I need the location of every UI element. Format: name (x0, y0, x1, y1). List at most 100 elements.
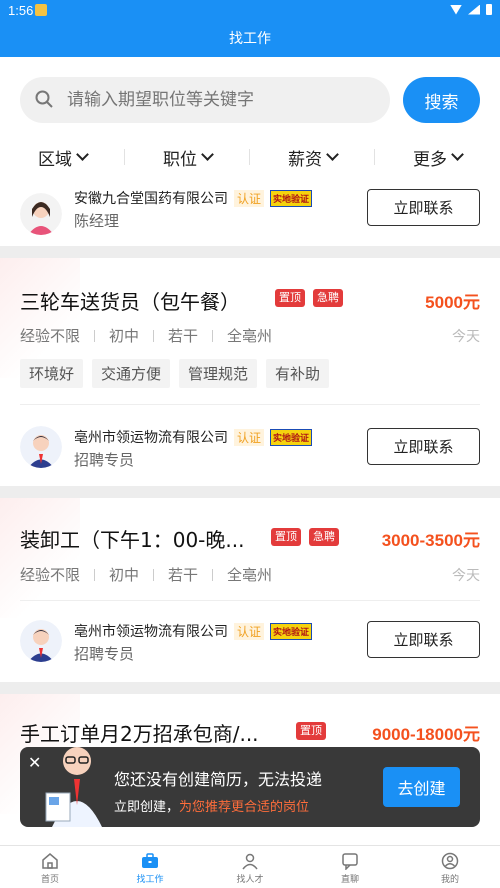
contact-name: 招聘专员 (74, 451, 135, 469)
job-meta: 经验不限 初中 若干 全亳州 (20, 325, 272, 346)
nav-chat[interactable]: 直聊 (300, 846, 400, 888)
meta-education: 初中 (109, 566, 140, 584)
job-title: 装卸工（下午1：00-晚... (20, 528, 245, 552)
benefit-tag: 交通方便 (92, 359, 171, 388)
nav-label: 首页 (40, 875, 59, 885)
notification-icon (35, 4, 47, 16)
search-icon (35, 90, 53, 108)
cert-badge: 认证 (234, 189, 265, 207)
company-label: 亳州市领运物流有限公司 (74, 430, 228, 446)
meta-experience: 经验不限 (20, 566, 81, 584)
home-icon (42, 853, 58, 869)
benefits: 环境好 交通方便 管理规范 有补助 (20, 359, 330, 388)
chat-icon (342, 853, 358, 870)
battery-icon (486, 4, 492, 15)
company-label: 安徽九合堂国药有限公司 (74, 191, 228, 207)
chevron-down-icon (326, 148, 339, 161)
contact-button[interactable]: 立即联系 (367, 428, 480, 465)
divider (20, 404, 480, 405)
system-icons (450, 4, 492, 15)
prompt-sub-prefix: 立即创建， (114, 800, 180, 815)
post-date: 今天 (452, 568, 480, 584)
real-verify-badge: 实地验证 (270, 428, 313, 446)
people-icon (242, 853, 258, 870)
benefit-tag: 管理规范 (179, 359, 258, 388)
top-tag: 置顶 (275, 289, 305, 307)
meta-location: 全亳州 (227, 566, 273, 584)
avatar (20, 426, 62, 468)
job-card[interactable]: 装卸工（下午1：00-晚... 置顶 急聘 3000-3500元 经验不限 初中… (0, 498, 500, 682)
cert-badge: 认证 (234, 622, 265, 640)
company-label: 亳州市领运物流有限公司 (74, 624, 228, 640)
nav-label: 直聊 (340, 875, 359, 885)
company-name: 亳州市领运物流有限公司 认证 实地验证 (74, 427, 313, 447)
nav-label: 找工作 (136, 875, 164, 885)
urgent-tag: 急聘 (309, 528, 339, 546)
top-bar: 1:56 找工作 (0, 0, 500, 57)
profile-icon (441, 852, 459, 870)
real-verify-badge: 实地验证 (270, 189, 313, 207)
company-name: 亳州市领运物流有限公司 认证 实地验证 (74, 621, 313, 641)
company-name: 安徽九合堂国药有限公司 认证 实地验证 (74, 188, 313, 208)
status-time: 1:56 (8, 3, 34, 18)
top-tag: 置顶 (271, 528, 301, 546)
top-tag: 置顶 (296, 722, 326, 740)
search-box[interactable] (20, 77, 390, 123)
contact-button[interactable]: 立即联系 (367, 621, 480, 658)
meta-headcount: 若干 (168, 566, 199, 584)
prompt-message: 您还没有创建简历，无法投递 (114, 770, 323, 789)
contact-name: 陈经理 (74, 212, 120, 230)
page-title: 找工作 (229, 31, 271, 47)
filter-salary[interactable]: 薪资 (250, 143, 375, 171)
benefit-tag: 有补助 (266, 359, 330, 388)
nav-label: 找人才 (236, 875, 264, 885)
filter-label: 更多 (413, 149, 447, 170)
avatar (20, 620, 62, 662)
nav-find-talent[interactable]: 找人才 (200, 846, 300, 888)
salary: 3000-3500元 (381, 531, 480, 550)
contact-name: 招聘专员 (74, 645, 135, 663)
job-meta: 经验不限 初中 若干 全亳州 (20, 564, 272, 585)
divider (20, 600, 480, 601)
avatar (20, 193, 62, 235)
status-bar: 1:56 (0, 0, 500, 22)
meta-education: 初中 (109, 327, 140, 345)
resume-prompt: ✕ 您还没有创建简历，无法投递 立即创建，为您推荐更合适的岗位 去创建 (20, 747, 480, 827)
meta-experience: 经验不限 (20, 327, 81, 345)
post-date: 今天 (452, 329, 480, 345)
briefcase-icon (142, 853, 158, 868)
create-resume-button[interactable]: 去创建 (383, 767, 460, 807)
chevron-down-icon (451, 148, 464, 161)
chevron-down-icon (76, 148, 89, 161)
nav-find-job[interactable]: 找工作 (100, 846, 200, 888)
wifi-icon (450, 4, 462, 15)
cert-badge: 认证 (234, 428, 265, 446)
job-title: 三轮车送货员（包午餐） (20, 290, 240, 314)
prompt-sub-highlight: 为您推荐更合适的岗位 (179, 800, 310, 815)
search-area: 搜索 区域 职位 薪资 更多 (0, 57, 500, 184)
filter-region[interactable]: 区域 (0, 143, 125, 171)
job-card[interactable]: 三轮车送货员（包午餐） 置顶 急聘 5000元 经验不限 初中 若干 全亳州 今… (0, 258, 500, 486)
nav-label: 我的 (440, 875, 459, 885)
job-card-partial[interactable]: 安徽九合堂国药有限公司 认证 实地验证 陈经理 立即联系 (0, 184, 500, 246)
nav-home[interactable]: 首页 (0, 846, 100, 888)
nav-mine[interactable]: 我的 (400, 846, 500, 888)
meta-headcount: 若干 (168, 327, 199, 345)
search-button[interactable]: 搜索 (403, 77, 480, 123)
filter-label: 薪资 (288, 149, 322, 170)
filter-more[interactable]: 更多 (375, 143, 500, 171)
chevron-down-icon (201, 148, 214, 161)
signal-icon (468, 4, 480, 15)
urgent-tag: 急聘 (313, 289, 343, 307)
filter-label: 职位 (163, 149, 197, 170)
filter-bar: 区域 职位 薪资 更多 (0, 143, 500, 171)
filter-label: 区域 (38, 149, 72, 170)
salary: 9000-18000元 (372, 725, 480, 744)
filter-position[interactable]: 职位 (125, 143, 250, 171)
salary: 5000元 (425, 293, 480, 312)
search-input[interactable] (67, 85, 377, 115)
prompt-subtext: 立即创建，为您推荐更合适的岗位 (114, 796, 309, 815)
benefit-tag: 环境好 (20, 359, 84, 388)
contact-button[interactable]: 立即联系 (367, 189, 480, 226)
real-verify-badge: 实地验证 (270, 622, 313, 640)
